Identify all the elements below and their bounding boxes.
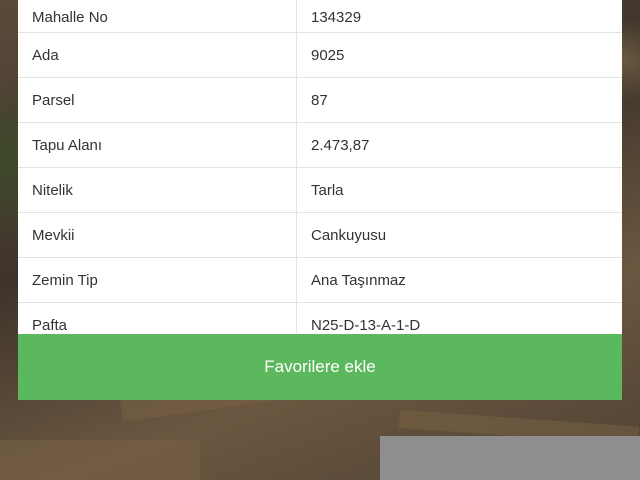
- row-value: 134329: [296, 0, 622, 33]
- row-value: 87: [296, 77, 622, 123]
- parcel-info-card: Mahalle No 134329 Ada 9025 Parsel 87 Tap…: [18, 0, 622, 348]
- row-label: Nitelik: [18, 167, 297, 213]
- row-label: Tapu Alanı: [18, 122, 297, 168]
- row-label: Ada: [18, 32, 297, 78]
- table-row: Parsel 87: [18, 77, 622, 123]
- row-value: 9025: [296, 32, 622, 78]
- table-row: Mahalle No 134329: [18, 0, 622, 33]
- table-row: Ada 9025: [18, 32, 622, 78]
- row-label: Parsel: [18, 77, 297, 123]
- table-row: Zemin Tip Ana Taşınmaz: [18, 257, 622, 303]
- row-label: Zemin Tip: [18, 257, 297, 303]
- row-value: Cankuyusu: [296, 212, 622, 258]
- map-gray-overlay: [380, 436, 640, 480]
- table-row: Mevkii Cankuyusu: [18, 212, 622, 258]
- parcel-info-table: Mahalle No 134329 Ada 9025 Parsel 87 Tap…: [18, 0, 622, 348]
- row-value: Ana Taşınmaz: [296, 257, 622, 303]
- row-value: Tarla: [296, 167, 622, 213]
- add-to-favorites-button[interactable]: Favorilere ekle: [18, 334, 622, 400]
- table-row: Nitelik Tarla: [18, 167, 622, 213]
- row-label: Mevkii: [18, 212, 297, 258]
- row-label: Mahalle No: [18, 0, 297, 33]
- map-terrain-stripe: [0, 440, 200, 480]
- table-row: Tapu Alanı 2.473,87: [18, 122, 622, 168]
- row-value: 2.473,87: [296, 122, 622, 168]
